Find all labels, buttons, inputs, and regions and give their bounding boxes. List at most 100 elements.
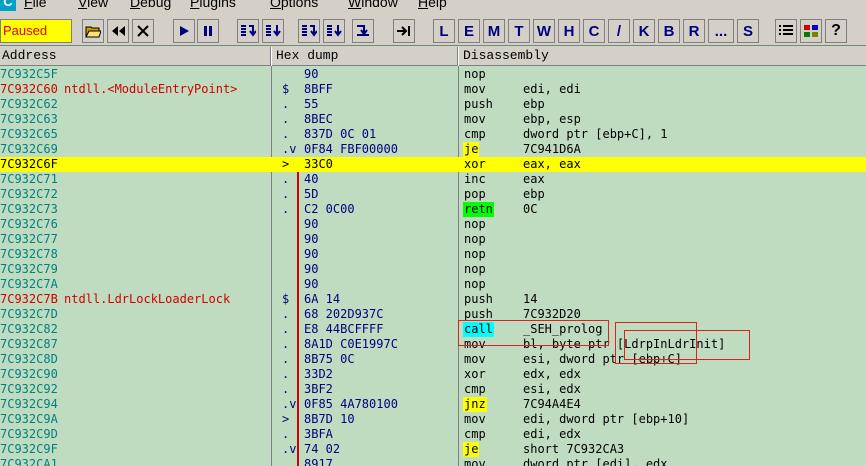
menu-file-label: ile	[32, 0, 47, 10]
row-hex: 837D 0C 01	[304, 127, 377, 141]
listing-row[interactable]: 7C932C92. 3BF2 cmp esi, edx	[0, 382, 866, 397]
listing-row[interactable]: 7C932C5F 90 nop	[0, 67, 866, 82]
row-address: 7C932C79	[0, 262, 58, 276]
step-over-icon[interactable]	[262, 19, 284, 43]
row-label: ntdll.<ModuleEntryPoint>	[64, 82, 238, 96]
handles-window-button[interactable]: H	[558, 19, 580, 43]
listing-row[interactable]: 7C932C94 .v 0F85 4A780100 jnz 7C94A4E4	[0, 397, 866, 412]
listing-row[interactable]: 7C932C76 90 nop	[0, 217, 866, 232]
patches-window-button[interactable]: /	[608, 19, 630, 43]
listing-row[interactable]: 7C932C73. C2 0C00 retn 0C	[0, 202, 866, 217]
row-hex: 90	[304, 67, 319, 81]
row-operands: edx, edx	[523, 367, 581, 381]
listing-row[interactable]: 7C932C72. 5D pop ebp	[0, 187, 866, 202]
trace-into-icon[interactable]	[298, 19, 320, 43]
app-icon: C	[0, 0, 16, 11]
listing-row[interactable]: 7C932C9D. 3BFA cmp edi, edx	[0, 427, 866, 442]
restart-icon[interactable]	[107, 19, 129, 43]
memory-window-button[interactable]: M	[483, 19, 505, 43]
grid-icon[interactable]	[800, 19, 822, 43]
row-hex: 8A1D C0E1997C	[304, 337, 398, 351]
header-address[interactable]: Address	[2, 48, 57, 63]
listing-row[interactable]: 7C932C78 90 nop	[0, 247, 866, 262]
row-address: 7C932C5F	[0, 67, 58, 81]
listing-row[interactable]: 7C932C77 90 nop	[0, 232, 866, 247]
open-icon[interactable]	[82, 19, 104, 43]
menu-window[interactable]: Window	[348, 0, 398, 10]
row-marker: .	[282, 112, 290, 126]
header-divider[interactable]	[270, 47, 272, 66]
menu-debug[interactable]: Debug	[130, 0, 171, 10]
row-operands: 14	[523, 292, 538, 306]
listing-row[interactable]: 7C932C63. 8BEC mov ebp, esp	[0, 112, 866, 127]
modules-window-button[interactable]: E	[458, 19, 480, 43]
listing-row[interactable]: 7C932C7B ntdll.LdrLockLoaderLock $6A 14 pus…	[0, 292, 866, 307]
goto-icon[interactable]	[393, 19, 415, 43]
trace-over-icon[interactable]	[323, 19, 345, 43]
row-hex: 90	[304, 247, 319, 261]
row-marker: .	[282, 427, 290, 441]
menu-bar: C File View Debug Plugins Options Window…	[0, 0, 866, 11]
row-marker: .	[282, 322, 290, 336]
row-mnemonic: nop	[464, 67, 486, 81]
row-mnemonic: inc	[464, 172, 486, 186]
breakpoints-window-button[interactable]: B	[658, 19, 680, 43]
step-into-icon[interactable]	[237, 19, 259, 43]
listing-row[interactable]: 7C932C6F >33C0 xor eax, eax	[0, 157, 866, 172]
header-disassembly[interactable]: Disassembly	[463, 48, 549, 63]
row-mnemonic: cmp	[464, 427, 486, 441]
source-window-button[interactable]: S	[737, 19, 759, 43]
menu-help[interactable]: Help	[418, 0, 447, 10]
listing-row[interactable]: 7C932C71. 40 inc eax	[0, 172, 866, 187]
listing-row[interactable]: 7C932C69 .v 0F84 FBF00000 je 7C941D6A	[0, 142, 866, 157]
listing-row[interactable]: 7C932C60 ntdll.<ModuleEntryPoint> $8BFF mov…	[0, 82, 866, 97]
listing-row[interactable]: 7C932C9A >8B7D 10 mov edi, dword ptr [ebp+1…	[0, 412, 866, 427]
listing-row[interactable]: 7C932C7D. 68 202D937C push 7C932D20	[0, 307, 866, 322]
row-marker: .	[282, 172, 290, 186]
threads-window-button[interactable]: T	[508, 19, 530, 43]
listing-row[interactable]: 7C932C7A 90 nop	[0, 277, 866, 292]
menu-options-label: ptions	[280, 0, 319, 10]
header-divider[interactable]	[457, 47, 459, 66]
cpu-window-button[interactable]: C	[583, 19, 605, 43]
row-address: 7C932C7A	[0, 277, 58, 291]
row-marker: .	[282, 382, 290, 396]
listing-row[interactable]: 7C932C79 90 nop	[0, 262, 866, 277]
listing-row[interactable]: 7C932C90. 33D2 xor edx, edx	[0, 367, 866, 382]
row-marker: .v	[282, 142, 297, 156]
row-address: 7C932C62	[0, 97, 58, 111]
log-window-button[interactable]: L	[433, 19, 455, 43]
menu-help-label: elp	[428, 0, 447, 10]
references-window-button[interactable]: R	[683, 19, 705, 43]
row-operands: edi, edi	[523, 82, 581, 96]
row-address: 7C932C65	[0, 127, 58, 141]
help-icon[interactable]: ?	[825, 19, 847, 43]
row-mnemonic: cmp	[464, 127, 486, 141]
list-icon[interactable]	[775, 19, 797, 43]
pause-icon[interactable]	[197, 19, 219, 43]
listing-row[interactable]: 7C932C62. 55 push ebp	[0, 97, 866, 112]
listing-row[interactable]: 7C932C9F .v 74 02 je short 7C932CA3	[0, 442, 866, 457]
row-address: 7C932C82	[0, 322, 58, 336]
row-address: 7C932C6F	[0, 157, 58, 171]
row-mnemonic: mov	[464, 457, 486, 466]
run-icon[interactable]	[173, 19, 195, 43]
menu-options[interactable]: Options	[270, 0, 318, 10]
listing-row[interactable]: 7C932CA1. 8917 mov dword ptr [edi], edx	[0, 457, 866, 466]
close-icon[interactable]	[132, 19, 154, 43]
execute-till-return-icon[interactable]	[352, 19, 374, 43]
menu-file[interactable]: File	[24, 0, 47, 10]
windows-window-button[interactable]: W	[533, 19, 555, 43]
menu-plugins[interactable]: Plugins	[190, 0, 236, 10]
call-stack-window-button[interactable]: K	[633, 19, 655, 43]
run-trace-window-button[interactable]: ...	[708, 19, 734, 43]
row-address: 7C932C63	[0, 112, 58, 126]
menu-view[interactable]: View	[78, 0, 108, 10]
header-hex[interactable]: Hex dump	[276, 48, 338, 63]
listing-row[interactable]: 7C932C65. 837D 0C 01 cmp dword ptr [ebp+C],…	[0, 127, 866, 142]
disassembly-listing[interactable]: 7C932C5F 90 nop 7C932C60 ntdll.<ModuleEntryP…	[0, 66, 866, 466]
row-address: 7C932C76	[0, 217, 58, 231]
row-marker: .	[282, 307, 290, 321]
row-mnemonic: nop	[464, 232, 486, 246]
row-address: 7C932C90	[0, 367, 58, 381]
